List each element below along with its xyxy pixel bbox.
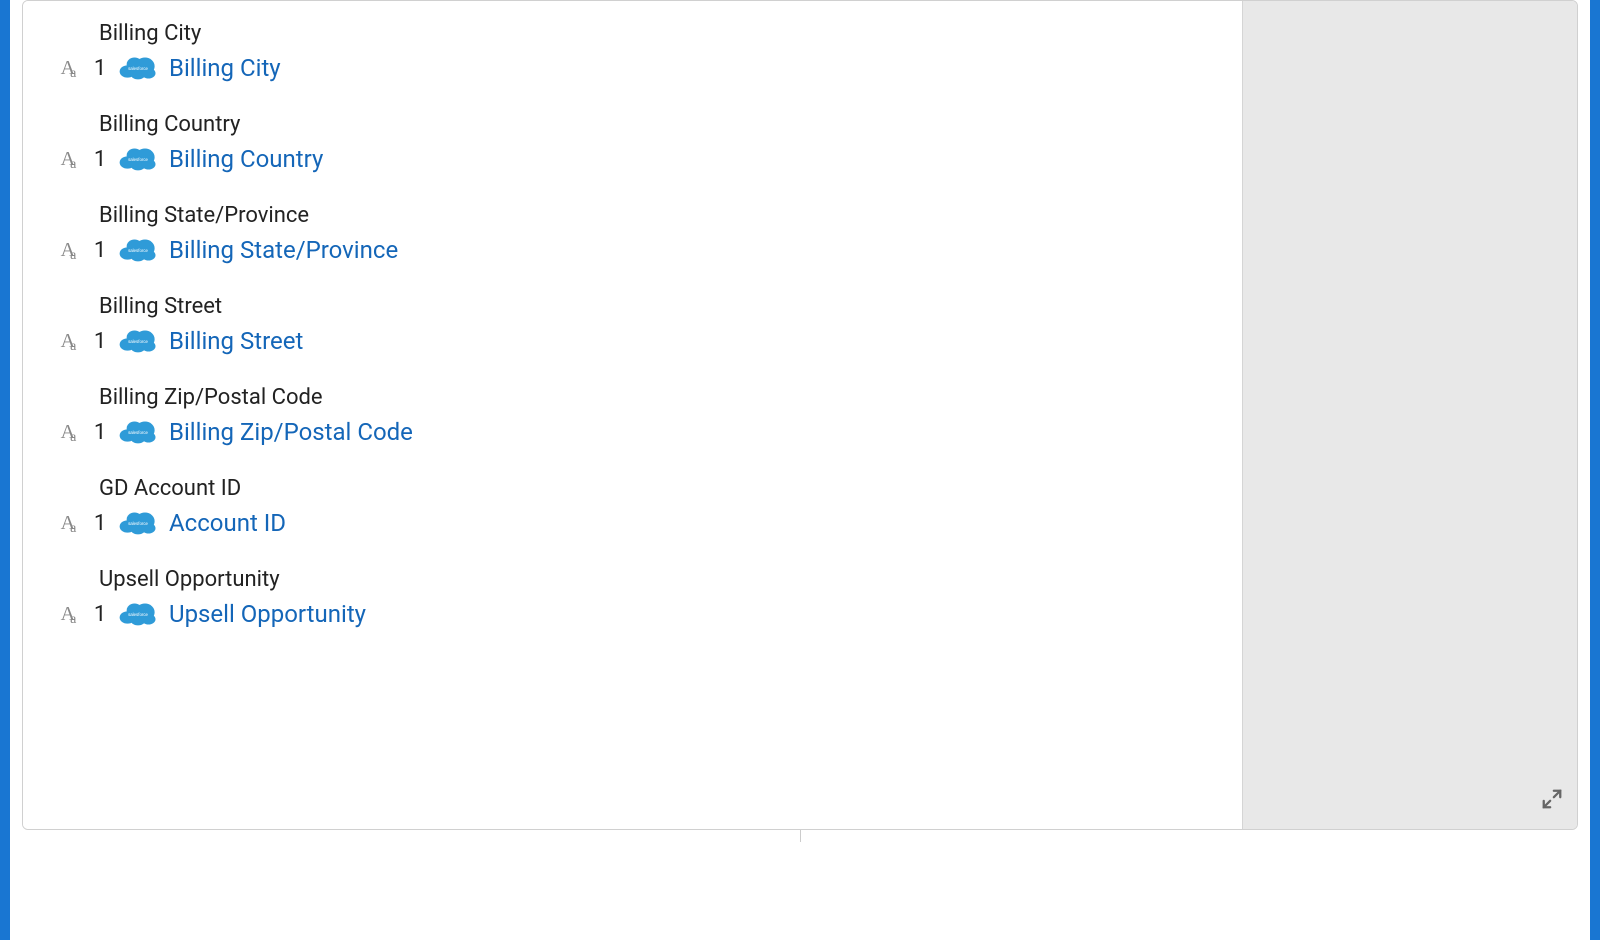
svg-text:salesforce: salesforce — [128, 66, 148, 71]
salesforce-icon: salesforce — [117, 418, 159, 446]
text-type-icon: Aa — [53, 240, 83, 260]
svg-text:salesforce: salesforce — [128, 339, 148, 344]
field-row: Aa 1 salesforce Billing State/Province — [53, 236, 1202, 264]
field-group: Billing State/Province Aa 1 salesforce B… — [53, 203, 1202, 264]
field-count: 1 — [93, 147, 107, 172]
field-row: Aa 1 salesforce Account ID — [53, 509, 1202, 537]
field-list-panel: Billing City Aa 1 salesforce Billing Cit… — [23, 1, 1242, 829]
field-count: 1 — [93, 420, 107, 445]
svg-text:salesforce: salesforce — [128, 612, 148, 617]
field-title: Billing City — [99, 21, 1202, 46]
field-group: GD Account ID Aa 1 salesforce Account ID — [53, 476, 1202, 537]
field-row: Aa 1 salesforce Billing Country — [53, 145, 1202, 173]
text-type-icon: Aa — [53, 513, 83, 533]
side-panel — [1242, 1, 1577, 829]
text-type-icon: Aa — [53, 149, 83, 169]
salesforce-icon: salesforce — [117, 145, 159, 173]
field-count: 1 — [93, 329, 107, 354]
field-title: Billing Street — [99, 294, 1202, 319]
field-row: Aa 1 salesforce Upsell Opportunity — [53, 600, 1202, 628]
field-group: Upsell Opportunity Aa 1 salesforce Upsel… — [53, 567, 1202, 628]
bottom-area — [22, 830, 1578, 925]
salesforce-icon: salesforce — [117, 509, 159, 537]
svg-text:salesforce: salesforce — [128, 430, 148, 435]
field-title: Billing Zip/Postal Code — [99, 385, 1202, 410]
field-group: Billing Zip/Postal Code Aa 1 salesforce … — [53, 385, 1202, 446]
outer-frame: Billing City Aa 1 salesforce Billing Cit… — [0, 0, 1600, 940]
text-type-icon: Aa — [53, 58, 83, 78]
field-row: Aa 1 salesforce Billing Zip/Postal Code — [53, 418, 1202, 446]
field-count: 1 — [93, 511, 107, 536]
salesforce-icon: salesforce — [117, 54, 159, 82]
field-count: 1 — [93, 602, 107, 627]
salesforce-icon: salesforce — [117, 600, 159, 628]
field-group: Billing Street Aa 1 salesforce Billing S… — [53, 294, 1202, 355]
field-count: 1 — [93, 238, 107, 263]
main-container: Billing City Aa 1 salesforce Billing Cit… — [22, 0, 1578, 830]
text-type-icon: Aa — [53, 331, 83, 351]
field-link[interactable]: Billing Country — [169, 145, 323, 173]
field-row: Aa 1 salesforce Billing Street — [53, 327, 1202, 355]
svg-text:salesforce: salesforce — [128, 157, 148, 162]
text-type-icon: Aa — [53, 422, 83, 442]
salesforce-icon: salesforce — [117, 236, 159, 264]
field-title: Billing Country — [99, 112, 1202, 137]
field-link[interactable]: Upsell Opportunity — [169, 600, 366, 628]
field-title: Upsell Opportunity — [99, 567, 1202, 592]
text-type-icon: Aa — [53, 604, 83, 624]
field-count: 1 — [93, 56, 107, 81]
svg-text:salesforce: salesforce — [128, 521, 148, 526]
salesforce-icon: salesforce — [117, 327, 159, 355]
field-link[interactable]: Account ID — [169, 509, 286, 537]
field-group: Billing City Aa 1 salesforce Billing Cit… — [53, 21, 1202, 82]
field-group: Billing Country Aa 1 salesforce Billing … — [53, 112, 1202, 173]
divider-tick — [800, 830, 801, 842]
field-row: Aa 1 salesforce Billing City — [53, 54, 1202, 82]
svg-text:salesforce: salesforce — [128, 248, 148, 253]
field-link[interactable]: Billing State/Province — [169, 236, 398, 264]
field-link[interactable]: Billing Street — [169, 327, 303, 355]
field-title: GD Account ID — [99, 476, 1202, 501]
field-link[interactable]: Billing Zip/Postal Code — [169, 418, 413, 446]
field-title: Billing State/Province — [99, 203, 1202, 228]
expand-icon[interactable] — [1541, 788, 1563, 815]
field-link[interactable]: Billing City — [169, 54, 281, 82]
